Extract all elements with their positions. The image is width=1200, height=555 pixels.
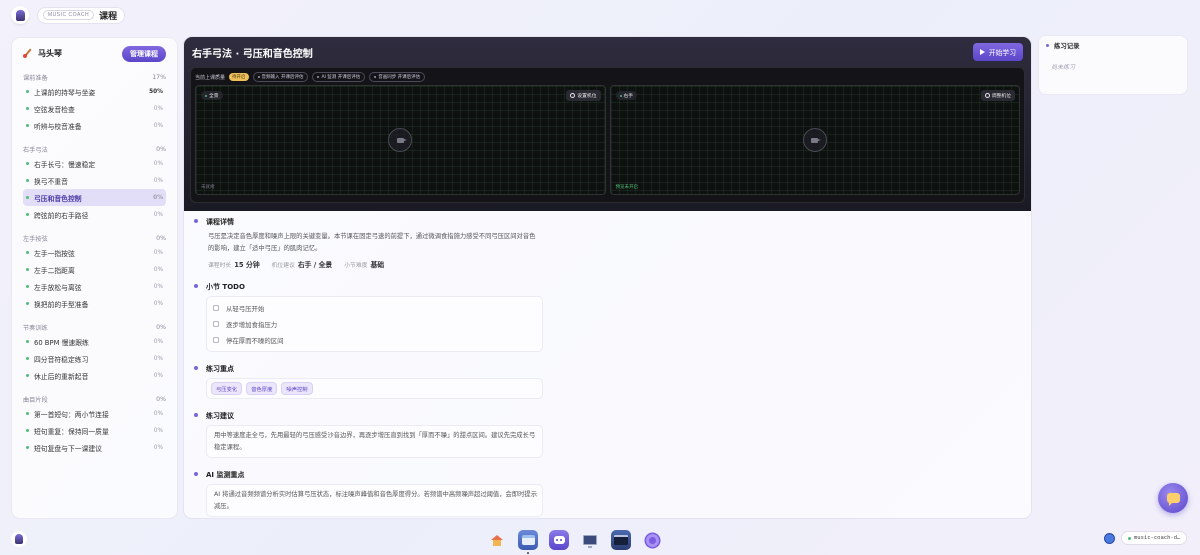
app-logo[interactable] [11,6,29,24]
section-ai: AI 监测重点 AI 将通过音频频谱分析实时估算弓压状态，标注噪声峰值和音色厚度… [194,470,1031,517]
sidebar-item[interactable]: 短句复盘与下一课建议 0% [23,439,166,456]
lesson-title: 右手弓法 · 弓压和音色控制 [192,48,313,60]
sidebar-item[interactable]: 左手二指距离 0% [23,261,166,278]
todo-item[interactable]: 从轻弓压开始 [213,300,536,316]
section-body: 弓压是决定音色厚度和噪声上限的关键变量。本节课在固定弓速的前提下，通过微调食指施… [208,233,536,252]
sidebar-item[interactable]: 右手长弓：慢速稳定 0% [23,155,166,172]
start-learning-button[interactable]: 开始学习 [972,43,1023,61]
focus-tag: 弓压变化 [211,382,243,395]
status-badge: 待开启 [229,73,249,81]
camera-icon[interactable] [388,128,413,152]
dock: music-coach-d… [0,524,1200,555]
sidebar-group-header: 节奏训练 0% [23,323,166,332]
instrument-name: 马头琴 [23,48,62,59]
todo-item[interactable]: 逐步增加食指压力 [213,316,536,332]
camera-area: 当前上课质量 待开启 音频输入 开课后评估 AI 监测 开课后评估 音画同步 开… [190,67,1025,203]
practice-record-panel: 练习记录 尚未练习 [1038,35,1188,95]
monitor-icon[interactable] [580,530,600,550]
sidebar-group-header: 课前准备 17% [23,73,166,82]
gear-icon [984,93,990,98]
sidebar-item[interactable]: 左手一指按弦 0% [23,244,166,261]
quality-label: 当前上课质量 [195,74,226,81]
course-sidebar: 马头琴 管理课程 课前准备 17% 上课前的持琴与坐姿 50% 空弦发音检查 0% 听辨与校… [11,37,178,519]
adjust-camera-button[interactable]: 调整机位 [980,90,1015,101]
sidebar-item[interactable]: 左手放松与离弦 0% [23,278,166,295]
top-bar: MUSIC COACH 课程 [0,0,1200,30]
bot-icon[interactable] [549,530,569,550]
focus-tag: 音色厚度 [246,382,278,395]
lesson-meta: 课程时长 15 分钟 机位建议 右手 / 全景 小节难度 基础 [208,261,385,269]
sidebar-item[interactable]: 60 BPM 慢速跟练 0% [23,333,166,350]
brand-pill: MUSIC COACH 课程 [37,6,126,24]
sidebar-item[interactable]: 跨弦前的右手路径 0% [23,206,166,223]
empty-state: 尚未练习 [1051,64,1076,71]
gear-icon [570,93,576,98]
sidebar-group-header: 曲目片段 0% [23,395,166,404]
brand-tag: MUSIC COACH [43,10,95,20]
checkbox[interactable] [213,305,219,311]
camera-status: 预览未开启 [615,185,639,190]
camera-tag: 右手 [615,91,638,100]
section-title: 小节 TODO [206,283,245,291]
sidebar-item[interactable]: 休止后的重新起音 0% [23,367,166,384]
sidebar-item[interactable]: 短句重复：保持同一质量 0% [23,422,166,439]
manage-courses-button[interactable]: 管理课程 [122,45,166,62]
section-title: AI 监测重点 [206,471,245,479]
camera-right-hand: 右手 调整机位 预览未开启 [609,85,1020,195]
section-title: 练习重点 [206,365,234,373]
sidebar-group: 课前准备 17% 上课前的持琴与坐姿 50% 空弦发音检查 0% 听辨与校音准备 0% [23,71,166,134]
play-icon [979,49,985,55]
section-todo: 小节 TODO 从轻弓压开始 逐步增加食指压力 停在厚而不噪的区间 [194,282,1031,352]
section-detail: 课程详情 弓压是决定音色厚度和噪声上限的关键变量。本节课在固定弓速的前提下，通过… [194,217,1031,269]
settings-icon[interactable] [642,530,662,550]
app-logo[interactable] [11,531,27,547]
terminal-icon[interactable] [611,530,631,550]
quality-bar: 当前上课质量 待开启 音频输入 开课后评估 AI 监测 开课后评估 音画同步 开… [195,72,1020,82]
sidebar-group: 左手按弦 0% 左手一指按弦 0% 左手二指距离 0% 左手放松与离弦 0% 换把前的手型准备 0… [23,232,166,312]
camera-panorama: 全景 设置机位 未就绪 [195,85,606,195]
focus-tag: 噪声控制 [281,382,313,395]
sidebar-item[interactable]: 听辨与校音准备 0% [23,117,166,134]
sidebar-group: 曲目片段 0% 第一首短句：两小节连接 0% 短句重复：保持同一质量 0% 短句复盘与下一课… [23,393,166,456]
panel-title: 练习记录 [1046,40,1180,51]
home-icon[interactable] [487,530,507,550]
ai-chip: AI 监测 开课后评估 [312,72,366,82]
checkbox[interactable] [213,321,219,327]
chat-icon[interactable] [1158,483,1188,513]
sidebar-group: 节奏训练 0% 60 BPM 慢速跟练 0% 四分音符稳定练习 0% 休止后的重新起音 0% [23,321,166,384]
section-focus: 练习重点 弓压变化 音色厚度 噪声控制 [194,364,1031,399]
globe-icon[interactable] [1104,532,1115,544]
lesson-panel: 右手弓法 · 弓压和音色控制 开始学习 当前上课质量 待开启 音频输入 开课后评… [183,36,1032,519]
brush-icon [23,49,32,58]
sidebar-item[interactable]: 弓压和音色控制 0% [23,189,166,206]
todo-item[interactable]: 停在厚而不噪的区间 [213,332,536,348]
page-title: 课程 [99,11,118,22]
sidebar-group-header: 左手按弦 0% [23,234,166,243]
sidebar-group-header: 右手弓法 0% [23,145,166,154]
sidebar-item[interactable]: 空弦发音检查 0% [23,100,166,117]
audio-chip: 音频输入 开课后评估 [252,72,309,82]
set-camera-button[interactable]: 设置机位 [566,90,601,101]
section-title: 课程详情 [206,218,234,226]
sidebar-item[interactable]: 第一首短句：两小节连接 0% [23,405,166,422]
section-title: 练习建议 [206,412,234,420]
checkbox[interactable] [213,337,219,343]
camera-icon[interactable] [802,128,827,152]
camera-tag: 全景 [201,91,223,100]
sidebar-item[interactable]: 换把前的手型准备 0% [23,295,166,312]
url-pill[interactable]: music-coach-d… [1121,531,1188,545]
ai-card: AI 将通过音频频谱分析实时估算弓压状态，标注噪声峰值和音色厚度得分。若频谱中高… [206,484,543,517]
camera-status: 未就绪 [201,185,215,190]
sidebar-item[interactable]: 四分音符稳定练习 0% [23,350,166,367]
advice-card: 用中等速度走全弓，先用最轻的弓压感受沙音边界，再逐步增压直到找到「厚而不噪」的甜… [206,425,543,458]
sidebar-group: 右手弓法 0% 右手长弓：慢速稳定 0% 换弓不重音 0% 弓压和音色控制 0% 跨弦前的右手路… [23,143,166,223]
sidebar-item[interactable]: 上课前的持琴与坐姿 50% [23,83,166,100]
section-advice: 练习建议 用中等速度走全弓，先用最轻的弓压感受沙音边界，再逐步增压直到找到「厚而… [194,411,1031,458]
window-icon[interactable] [518,530,538,554]
sync-chip: 音画同步 开课后评估 [369,72,426,82]
sidebar-item[interactable]: 换弓不重音 0% [23,172,166,189]
